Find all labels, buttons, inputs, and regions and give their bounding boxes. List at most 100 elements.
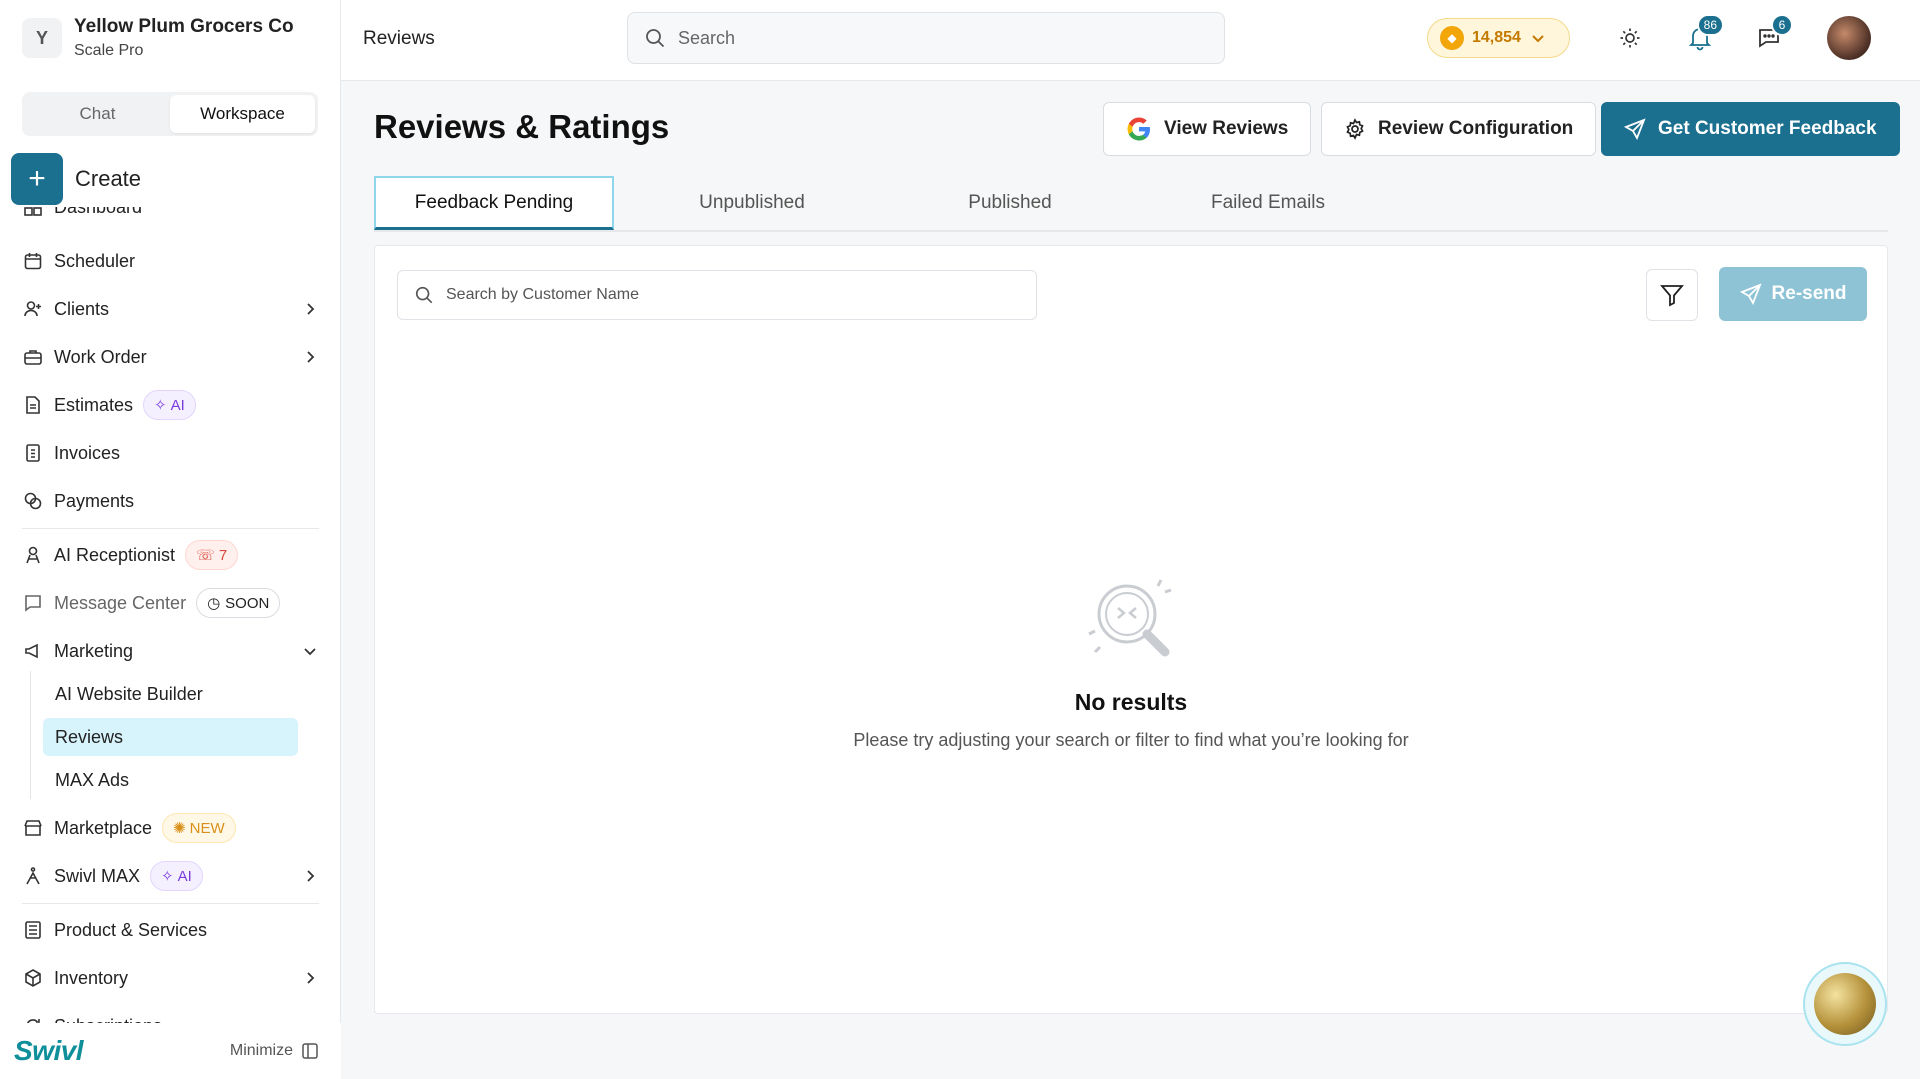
global-search[interactable] xyxy=(627,12,1225,64)
tab-failed-emails[interactable]: Failed Emails xyxy=(1148,176,1388,230)
filter-icon xyxy=(1660,285,1684,307)
sidebar-item-label: Dashboard xyxy=(54,207,142,218)
message-icon xyxy=(22,592,44,614)
gear-icon xyxy=(1344,118,1366,140)
sidebar-item-label: Invoices xyxy=(54,442,121,463)
chevron-down-icon xyxy=(304,648,316,656)
review-configuration-label: Review Configuration xyxy=(1378,118,1574,139)
search-icon xyxy=(415,286,433,304)
mode-chat-button[interactable]: Chat xyxy=(25,95,170,133)
sidebar-item-label: Swivl MAX xyxy=(54,865,141,886)
theme-toggle-button[interactable] xyxy=(1614,22,1646,54)
sidebar-item-payments[interactable]: Payments xyxy=(22,481,319,521)
sidebar-item-inventory[interactable]: Inventory xyxy=(22,958,319,998)
chevron-right-icon xyxy=(307,351,315,363)
resend-label: Re-send xyxy=(1771,283,1847,304)
invoice-icon xyxy=(22,442,44,464)
sidebar-item-label: Inventory xyxy=(54,967,129,988)
badge-label: NEW xyxy=(189,819,225,837)
sidebar-item-work-order[interactable]: Work Order xyxy=(22,337,319,377)
sidebar-item-ai-receptionist[interactable]: AI Receptionist ☏ 7 xyxy=(22,535,319,575)
tab-feedback-pending[interactable]: Feedback Pending xyxy=(374,176,614,230)
tab-unpublished[interactable]: Unpublished xyxy=(632,176,872,230)
customer-search[interactable] xyxy=(397,270,1037,320)
badge-label: 7 xyxy=(218,546,228,564)
sidebar-item-message-center[interactable]: Message Center ◷ SOON xyxy=(22,583,319,623)
view-reviews-label: View Reviews xyxy=(1164,118,1289,139)
sidebar-item-product-services[interactable]: Product & Services xyxy=(22,910,319,950)
coins-value: 14,854 xyxy=(1472,29,1521,46)
sidebar-item-dashboard[interactable]: Dashboard xyxy=(22,207,319,227)
phone-icon: ☏ xyxy=(196,547,215,564)
sidebar-item-label: Payments xyxy=(54,490,135,511)
submenu-guide-line xyxy=(30,671,31,799)
ai-badge: ✧ AI xyxy=(150,861,203,891)
coin-icon: ◆ xyxy=(1440,26,1464,50)
notifications-badge: 86 xyxy=(1696,14,1724,36)
search-icon xyxy=(646,29,665,48)
empty-state-title: No results xyxy=(1074,689,1188,715)
global-search-input[interactable] xyxy=(678,27,1198,49)
assistant-orb-icon xyxy=(1814,973,1876,1035)
minimize-button[interactable]: Minimize xyxy=(230,1042,319,1060)
sidebar-item-estimates[interactable]: Estimates ✧ AI xyxy=(22,385,319,425)
org-name: Yellow Plum Grocers Co xyxy=(74,16,294,37)
sidebar-subitem-max-ads[interactable]: MAX Ads xyxy=(43,761,298,799)
sidebar-item-clients[interactable]: Clients xyxy=(22,289,319,329)
page-title: Reviews & Ratings xyxy=(374,108,670,145)
sidebar-subitem-ai-website-builder[interactable]: AI Website Builder xyxy=(43,675,298,713)
messages-button[interactable]: 6 xyxy=(1753,14,1793,54)
sidebar-item-marketplace[interactable]: Marketplace ✺ NEW xyxy=(22,808,319,848)
swivl-logo[interactable]: Swivl xyxy=(14,1035,84,1067)
sidebar-item-scheduler[interactable]: Scheduler xyxy=(22,241,319,281)
filter-button[interactable] xyxy=(1646,269,1698,321)
org-switcher[interactable]: Y Yellow Plum Grocers Co Scale Pro xyxy=(22,16,294,60)
sun-icon xyxy=(1620,28,1640,48)
get-customer-feedback-button[interactable]: Get Customer Feedback xyxy=(1601,102,1900,156)
breadcrumb: Reviews xyxy=(363,28,435,49)
customer-search-input[interactable] xyxy=(446,286,1006,304)
google-icon xyxy=(1126,116,1152,142)
review-configuration-button[interactable]: Review Configuration xyxy=(1321,102,1597,156)
sidebar-item-invoices[interactable]: Invoices xyxy=(22,433,319,473)
user-avatar[interactable] xyxy=(1827,16,1871,60)
sidebar-item-label: Clients xyxy=(54,298,110,319)
coins-icon xyxy=(22,490,44,512)
notifications-button[interactable]: 86 xyxy=(1684,14,1724,54)
sidebar-collapse-icon xyxy=(302,1043,318,1059)
mode-workspace-button[interactable]: Workspace xyxy=(170,95,315,133)
view-reviews-button[interactable]: View Reviews xyxy=(1103,102,1312,156)
sparkle-icon: ✧ xyxy=(154,397,167,414)
ai-assistant-button[interactable] xyxy=(1803,962,1887,1046)
org-avatar: Y xyxy=(22,18,62,58)
receptionist-icon xyxy=(22,544,44,566)
sidebar-item-swivl-max[interactable]: Swivl MAX ✧ AI xyxy=(22,856,319,896)
mode-toggle: Chat Workspace xyxy=(22,92,318,136)
new-badge: ✺ NEW xyxy=(162,813,236,843)
tab-published[interactable]: Published xyxy=(890,176,1130,230)
megaphone-icon xyxy=(22,640,44,662)
plus-icon: + xyxy=(11,153,63,205)
sidebar-item-label: Scheduler xyxy=(54,250,136,271)
sparkle-icon: ✺ xyxy=(173,820,186,837)
sidebar-item-label: Work Order xyxy=(54,346,147,367)
sidebar-item-marketing[interactable]: Marketing xyxy=(22,631,319,671)
chevron-right-icon xyxy=(307,972,315,984)
get-customer-feedback-label: Get Customer Feedback xyxy=(1658,118,1877,139)
create-label: Create xyxy=(75,166,142,191)
badge-label: AI xyxy=(170,396,185,414)
chevron-right-icon xyxy=(307,870,315,882)
create-button[interactable]: + Create xyxy=(11,153,141,205)
resend-button[interactable]: Re-send xyxy=(1719,267,1867,321)
sidebar-item-label: Marketing xyxy=(54,640,134,661)
sidebar-item-label: Message Center xyxy=(54,592,187,613)
chevron-down-icon xyxy=(1532,35,1544,43)
no-results-magnifier-icon xyxy=(1088,579,1172,657)
sidebar-subitem-reviews[interactable]: Reviews xyxy=(43,718,298,756)
list-icon xyxy=(22,919,44,941)
sidebar-item-label: Estimates xyxy=(54,394,134,415)
coins-balance[interactable]: ◆ 14,854 xyxy=(1427,18,1570,58)
badge-label: AI xyxy=(177,867,192,885)
missed-calls-badge: ☏ 7 xyxy=(185,540,239,570)
calendar-icon xyxy=(22,250,44,272)
